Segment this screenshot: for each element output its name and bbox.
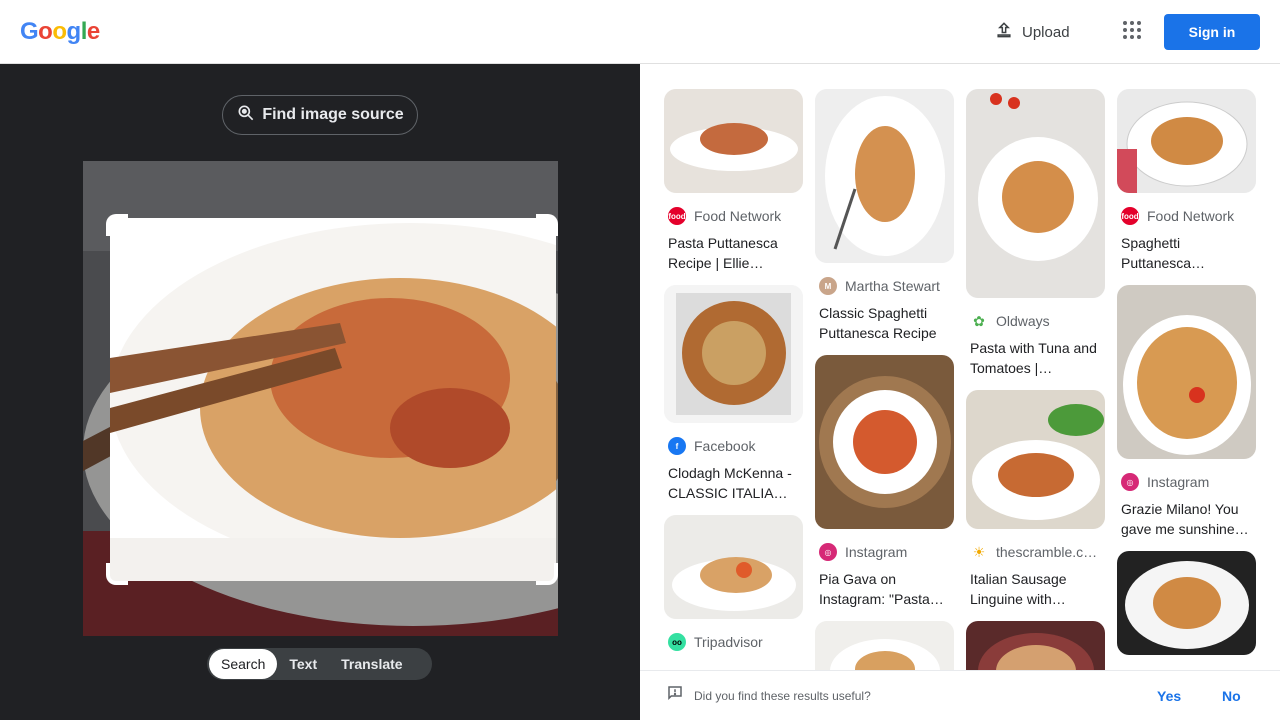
result-thumbnail[interactable] bbox=[1117, 89, 1256, 193]
upload-button[interactable]: Upload bbox=[986, 16, 1078, 48]
result-title[interactable]: Italian Sausage Linguine with… bbox=[966, 569, 1105, 609]
food-network-icon: food bbox=[1121, 207, 1139, 225]
crop-handle-top-left[interactable] bbox=[106, 214, 128, 236]
result-card[interactable]: food Food Network Pasta Puttanesca Recipe… bbox=[664, 89, 803, 273]
logo-letter-o1: o bbox=[38, 18, 53, 45]
google-logo[interactable]: Google bbox=[20, 18, 100, 46]
logo-letter-g: G bbox=[20, 18, 39, 45]
result-source: Martha Stewart bbox=[845, 278, 940, 294]
result-source: Instagram bbox=[845, 544, 908, 560]
result-title[interactable]: Pasta Puttanesca Recipe | Ellie… bbox=[664, 233, 803, 273]
result-thumbnail[interactable] bbox=[815, 621, 954, 670]
feedback-bar: Did you find these results useful? Yes N… bbox=[640, 670, 1280, 720]
result-thumbnail[interactable] bbox=[1117, 285, 1256, 459]
feedback-icon bbox=[666, 684, 684, 707]
result-source: Food Network bbox=[694, 208, 782, 224]
result-card[interactable]: oo Tripadvisor bbox=[664, 515, 803, 651]
crop-handle-bottom-right[interactable] bbox=[536, 563, 558, 585]
result-source: Instagram bbox=[1147, 474, 1210, 490]
thescramble-sun-icon: ☀ bbox=[970, 543, 988, 561]
result-source: thescramble.c… bbox=[996, 544, 1098, 560]
crop-handle-bottom-left[interactable] bbox=[106, 563, 128, 585]
result-card[interactable]: ◎ Instagram Pia Gava on Instagram: "Pasta… bbox=[815, 355, 954, 609]
result-title[interactable]: Classic Spaghetti Puttanesca Recipe bbox=[815, 303, 954, 343]
sign-in-button[interactable]: Sign in bbox=[1164, 14, 1260, 50]
result-source: Oldways bbox=[996, 313, 1050, 329]
result-thumbnail[interactable] bbox=[966, 89, 1105, 298]
feedback-no-button[interactable]: No bbox=[1222, 688, 1241, 704]
crop-handle-top-right[interactable] bbox=[536, 214, 558, 236]
feedback-yes-button[interactable]: Yes bbox=[1157, 688, 1181, 704]
upload-label: Upload bbox=[1022, 23, 1070, 41]
result-thumbnail[interactable] bbox=[966, 390, 1105, 529]
upload-icon bbox=[994, 20, 1014, 44]
result-thumbnail[interactable] bbox=[1117, 551, 1256, 655]
lens-search-icon bbox=[236, 103, 256, 128]
result-source: Facebook bbox=[694, 438, 756, 454]
apps-grid-icon bbox=[1122, 20, 1142, 45]
logo-letter-g2: g bbox=[66, 18, 82, 45]
results-column-4: food Food Network Spaghetti Puttanesca… ◎… bbox=[1117, 89, 1256, 667]
instagram-icon: ◎ bbox=[819, 543, 837, 561]
result-card[interactable] bbox=[966, 621, 1105, 670]
result-title[interactable]: Pia Gava on Instagram: "Pasta… bbox=[815, 569, 954, 609]
result-title[interactable]: Spaghetti Puttanesca… bbox=[1117, 233, 1256, 273]
result-title[interactable]: Grazie Milano! You gave me sunshine… bbox=[1117, 499, 1256, 539]
results-column-3: ✿ Oldways Pasta with Tuna and Tomatoes |…… bbox=[966, 89, 1105, 670]
result-thumbnail[interactable] bbox=[966, 621, 1105, 670]
apps-grid-button[interactable] bbox=[1116, 16, 1148, 48]
result-thumbnail[interactable] bbox=[664, 515, 803, 619]
result-card[interactable] bbox=[815, 621, 954, 670]
results-column-1: food Food Network Pasta Puttanesca Recipe… bbox=[664, 89, 803, 663]
result-card[interactable]: food Food Network Spaghetti Puttanesca… bbox=[1117, 89, 1256, 273]
result-source: Food Network bbox=[1147, 208, 1235, 224]
image-preview-pane: Find image source Search Text Translate bbox=[0, 64, 640, 720]
result-card[interactable]: f Facebook Clodagh McKenna - CLASSIC ITAL… bbox=[664, 285, 803, 503]
logo-letter-o2: o bbox=[52, 18, 67, 45]
result-thumbnail[interactable] bbox=[815, 355, 954, 529]
result-thumbnail[interactable] bbox=[815, 89, 954, 263]
tab-search[interactable]: Search bbox=[209, 649, 278, 679]
top-header: Google Upload Sign in bbox=[0, 0, 1280, 64]
feedback-question: Did you find these results useful? bbox=[694, 688, 871, 703]
result-title[interactable]: Clodagh McKenna - CLASSIC ITALIA… bbox=[664, 463, 803, 503]
uploaded-photo bbox=[83, 161, 558, 636]
logo-letter-e: e bbox=[86, 18, 100, 45]
crop-selection-area[interactable] bbox=[110, 218, 556, 581]
results-column-2: M Martha Stewart Classic Spaghetti Puttan… bbox=[815, 89, 954, 670]
result-thumbnail[interactable] bbox=[664, 89, 803, 193]
tripadvisor-icon: oo bbox=[668, 633, 686, 651]
result-thumbnail[interactable] bbox=[664, 285, 803, 423]
lens-mode-tabs: Search Text Translate bbox=[207, 648, 432, 680]
visual-matches-grid: food Food Network Pasta Puttanesca Recipe… bbox=[640, 64, 1280, 670]
martha-stewart-icon: M bbox=[819, 277, 837, 295]
tab-text[interactable]: Text bbox=[277, 649, 329, 679]
instagram-icon: ◎ bbox=[1121, 473, 1139, 491]
tab-translate[interactable]: Translate bbox=[329, 649, 414, 679]
result-card[interactable]: ☀ thescramble.c… Italian Sausage Linguine… bbox=[966, 390, 1105, 609]
find-image-source-label: Find image source bbox=[262, 106, 404, 123]
oldways-leaf-icon: ✿ bbox=[970, 312, 988, 330]
result-title[interactable]: Pasta with Tuna and Tomatoes |… bbox=[966, 338, 1105, 378]
food-network-icon: food bbox=[668, 207, 686, 225]
facebook-icon: f bbox=[668, 437, 686, 455]
result-card[interactable]: ◎ Instagram Grazie Milano! You gave me su… bbox=[1117, 285, 1256, 539]
result-card[interactable]: M Martha Stewart Classic Spaghetti Puttan… bbox=[815, 89, 954, 343]
result-card[interactable] bbox=[1117, 551, 1256, 655]
result-source: Tripadvisor bbox=[694, 634, 763, 650]
find-image-source-button[interactable]: Find image source bbox=[222, 95, 418, 135]
result-card[interactable]: ✿ Oldways Pasta with Tuna and Tomatoes |… bbox=[966, 89, 1105, 378]
